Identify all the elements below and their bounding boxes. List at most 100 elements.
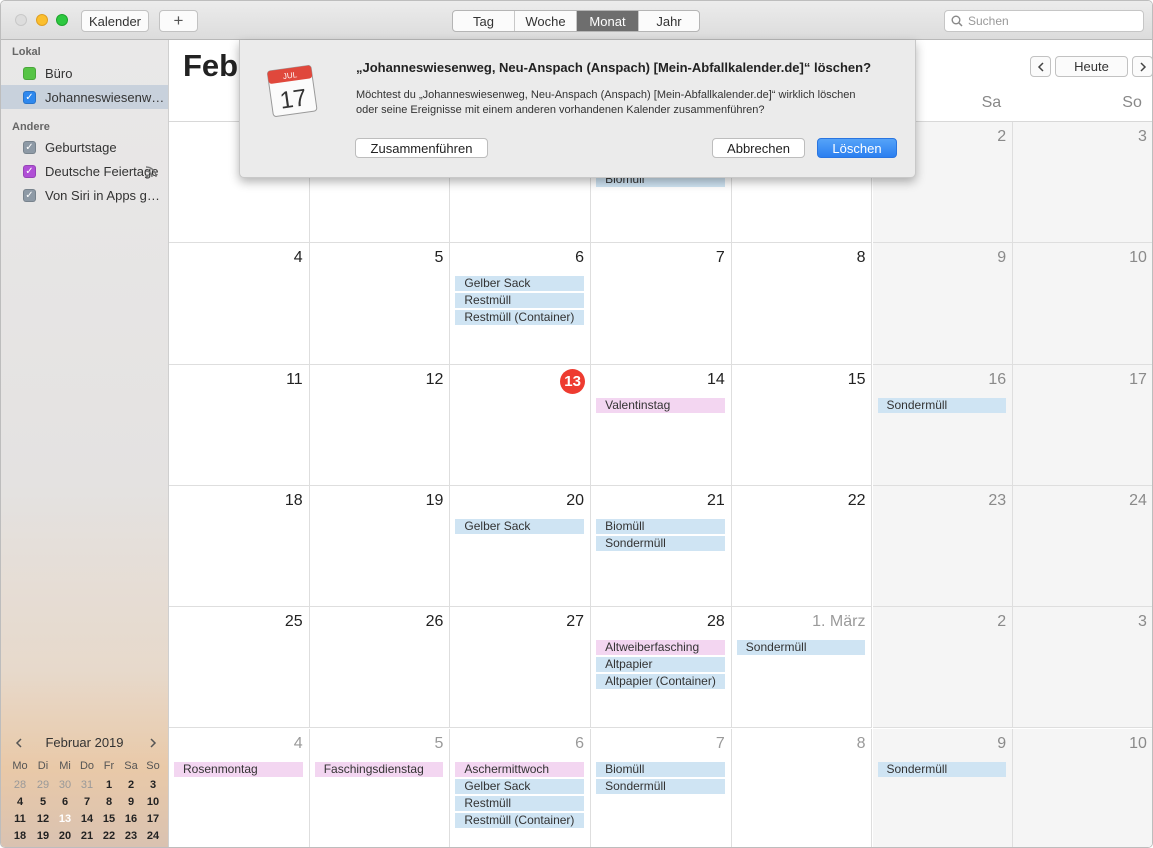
minimize-window-button[interactable] — [36, 14, 48, 26]
calendar-item[interactable]: ✓ Johanneswiesenweg, Neu-Anspach — [1, 85, 168, 109]
day-cell[interactable]: 15 — [731, 364, 873, 486]
mini-day[interactable]: 28 — [9, 777, 31, 794]
mini-day[interactable]: 14 — [76, 811, 98, 828]
zoom-window-button[interactable] — [56, 14, 68, 26]
day-cell[interactable]: 10 — [1013, 728, 1152, 847]
day-cell[interactable]: 20 Gelber Sack — [450, 485, 592, 608]
day-cell[interactable]: 28 Altweiberfasching Altpapier Altpapier (C… — [591, 607, 732, 729]
mini-day[interactable]: 15 — [98, 811, 120, 828]
today-button[interactable]: Heute — [1055, 56, 1128, 77]
mini-day[interactable]: 2 — [120, 777, 142, 794]
event-item[interactable]: Sondermüll — [596, 778, 725, 794]
view-tab-week[interactable]: Woche — [515, 11, 577, 31]
mini-day[interactable]: 11 — [9, 811, 31, 828]
day-cell[interactable]: 2 — [872, 607, 1014, 729]
mini-day[interactable]: 17 — [142, 811, 164, 828]
mini-day[interactable]: 3 — [142, 777, 164, 794]
search-field[interactable]: Suchen — [944, 10, 1144, 32]
event-item[interactable]: Restmüll (Container) — [455, 812, 585, 828]
day-cell[interactable]: 10 — [1013, 243, 1152, 365]
previous-month-button[interactable] — [1030, 56, 1051, 77]
mini-day[interactable]: 24 — [142, 828, 164, 845]
event-item[interactable]: Restmüll — [455, 293, 585, 309]
day-cell[interactable]: 22 — [731, 485, 873, 608]
day-cell[interactable]: 14 Valentinstag — [591, 364, 732, 486]
day-cell[interactable]: 9 — [872, 243, 1014, 365]
mini-day[interactable]: 22 — [98, 828, 120, 845]
mini-day[interactable]: 7 — [76, 794, 98, 811]
view-tab-month[interactable]: Monat — [577, 11, 639, 31]
day-cell[interactable]: 25 — [169, 607, 310, 729]
day-cell[interactable]: 13 — [450, 364, 592, 486]
mini-day[interactable]: 6 — [54, 794, 76, 811]
day-cell[interactable]: 6 Gelber Sack Restmüll Restmüll (Container) — [450, 243, 592, 365]
day-cell[interactable]: 5 — [309, 243, 451, 365]
mini-day[interactable]: 10 — [142, 794, 164, 811]
day-cell[interactable]: 3 — [1013, 122, 1152, 244]
view-tab-day[interactable]: Tag — [453, 11, 515, 31]
mini-day[interactable]: 23 — [120, 828, 142, 845]
day-cell[interactable]: 19 — [309, 485, 451, 608]
day-cell[interactable]: 12 — [309, 364, 451, 486]
chevron-right-icon[interactable] — [149, 738, 157, 748]
day-cell[interactable]: 9 Sondermüll — [872, 728, 1014, 847]
day-cell[interactable]: 11 — [169, 364, 310, 486]
event-item[interactable]: Biomüll — [596, 761, 725, 777]
day-cell[interactable]: 7 Biomüll Sondermüll — [591, 728, 732, 847]
cancel-button[interactable]: Abbrechen — [712, 138, 805, 158]
day-cell[interactable]: 23 — [872, 485, 1014, 608]
day-cell[interactable]: 4 — [169, 243, 310, 365]
calendar-checkbox[interactable]: ✓ — [23, 90, 36, 104]
event-item[interactable]: Gelber Sack — [455, 518, 585, 534]
event-item[interactable]: Altpapier — [596, 657, 725, 673]
day-cell[interactable]: 8 — [731, 243, 873, 365]
mini-day[interactable]: 21 — [76, 828, 98, 845]
delete-button[interactable]: Löschen — [817, 138, 897, 158]
day-cell[interactable]: 26 — [309, 607, 451, 729]
calendar-item[interactable]: Büro — [1, 61, 168, 85]
day-cell[interactable]: 6 Aschermittwoch Gelber Sack Restmüll Restmü… — [450, 728, 592, 847]
calendar-item[interactable]: ✓ Geburtstage — [1, 135, 168, 159]
mini-day[interactable]: 19 — [32, 828, 54, 845]
day-cell[interactable]: 5 Faschingsdienstag — [310, 728, 451, 847]
calendar-checkbox[interactable]: ✓ — [23, 188, 36, 202]
mini-day[interactable]: 20 — [54, 828, 76, 845]
mini-day[interactable]: 16 — [120, 811, 142, 828]
add-event-button[interactable]: + — [159, 10, 198, 32]
calendar-item[interactable]: ✓ Von Siri in Apps gefunden — [1, 183, 168, 207]
mini-day[interactable]: 9 — [120, 794, 142, 811]
day-cell[interactable]: 8 — [732, 728, 873, 847]
mini-day[interactable]: 13 — [54, 811, 76, 828]
view-tab-year[interactable]: Jahr — [639, 11, 699, 31]
event-item[interactable]: Valentinstag — [596, 397, 725, 413]
event-item[interactable]: Restmüll — [455, 795, 585, 811]
event-item[interactable]: Sondermüll — [877, 761, 1007, 777]
mini-day[interactable]: 31 — [76, 777, 98, 794]
mini-day[interactable]: 29 — [32, 777, 54, 794]
mini-day[interactable]: 4 — [9, 794, 31, 811]
event-item[interactable]: Restmüll (Container) — [455, 310, 585, 326]
day-cell[interactable]: 24 — [1013, 485, 1152, 608]
calendars-button[interactable]: Kalender — [81, 10, 149, 32]
calendar-checkbox[interactable]: ✓ — [23, 140, 36, 154]
day-cell[interactable]: 3 — [1013, 607, 1152, 729]
calendar-checkbox[interactable] — [23, 66, 36, 80]
event-item[interactable]: Altweiberfasching — [596, 640, 725, 656]
event-item[interactable]: Gelber Sack — [455, 778, 585, 794]
event-item[interactable]: Aschermittwoch — [455, 761, 585, 777]
event-item[interactable]: Gelber Sack — [455, 276, 585, 292]
calendar-checkbox[interactable]: ✓ — [23, 164, 36, 178]
event-item[interactable]: Rosenmontag — [174, 761, 303, 777]
event-item[interactable]: Faschingsdienstag — [314, 761, 444, 777]
mini-day[interactable]: 5 — [32, 794, 54, 811]
day-cell[interactable]: 7 — [591, 243, 732, 365]
day-cell[interactable]: 18 — [169, 485, 310, 608]
event-item[interactable]: Biomüll — [596, 518, 725, 534]
merge-button[interactable]: Zusammenführen — [355, 138, 488, 158]
day-cell[interactable]: 16 Sondermüll — [872, 364, 1014, 486]
mini-day[interactable]: 12 — [32, 811, 54, 828]
event-item[interactable]: Sondermüll — [596, 535, 725, 551]
next-month-button[interactable] — [1132, 56, 1152, 77]
mini-day[interactable]: 1 — [98, 777, 120, 794]
day-cell[interactable]: 27 — [450, 607, 592, 729]
